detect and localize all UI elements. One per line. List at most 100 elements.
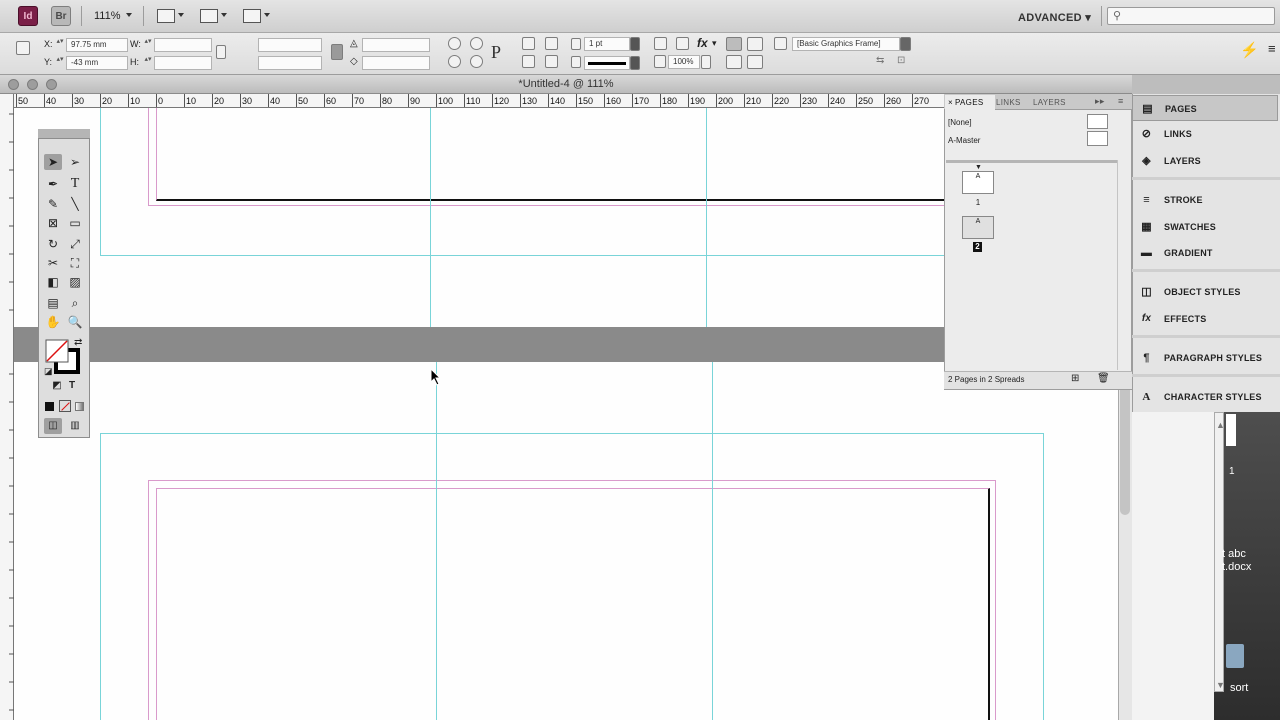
normal-view-mode-icon[interactable]: ◫ — [44, 418, 62, 434]
x-position-field[interactable]: 97.75 mm — [66, 38, 128, 52]
dock-item-object-styles[interactable]: ◫ OBJECT STYLES — [1132, 279, 1278, 305]
tab-pages[interactable]: PAGES — [955, 98, 983, 107]
line-tool-icon[interactable]: ╲ — [66, 196, 84, 212]
type-tool-icon[interactable]: T — [66, 176, 84, 192]
scissors-tool-icon[interactable]: ✂ — [44, 255, 62, 271]
rectangle-tool-icon[interactable]: ▭ — [66, 215, 84, 231]
gradient-swatch-tool-icon[interactable]: ◧ — [44, 274, 62, 290]
dock-item-gradient[interactable]: ▬ GRADIENT — [1132, 240, 1278, 266]
free-transform-tool-icon[interactable]: ⛶ — [66, 255, 84, 271]
minimize-window-button[interactable] — [27, 79, 38, 90]
vertical-ruler[interactable] — [0, 94, 14, 720]
swap-fill-stroke-icon[interactable]: ⇄ — [74, 337, 82, 348]
page-2-thumbnail[interactable]: A — [962, 216, 994, 239]
scroll-up-icon[interactable]: ▲ — [1216, 420, 1225, 430]
stroke-weight-field[interactable]: 1 pt — [584, 37, 630, 51]
rotate-tool-icon[interactable]: ↻ — [44, 236, 62, 252]
master-none-thumbnail[interactable] — [1087, 114, 1108, 129]
dock-item-stroke[interactable]: ≡ STROKE — [1132, 187, 1278, 213]
h-stepper[interactable]: ▴▾ — [144, 56, 152, 69]
note-tool-icon[interactable]: ▤ — [44, 295, 62, 311]
gradient-feather-tool-icon[interactable]: ▨ — [66, 274, 84, 290]
clear-overrides-icon[interactable]: ⇆ — [876, 55, 884, 66]
rotate-cw-icon[interactable] — [448, 37, 461, 50]
view-options-icon[interactable] — [157, 9, 175, 23]
desktop-file-label-line2[interactable]: t.docx — [1222, 561, 1251, 573]
scale-y-field[interactable] — [258, 56, 322, 70]
object-style-dropdown[interactable]: [Basic Graphics Frame] — [792, 37, 900, 51]
tab-links[interactable]: LINKS — [996, 98, 1021, 107]
scrollbar-thumb[interactable] — [1120, 385, 1130, 515]
preview-mode-icon[interactable]: ▥ — [66, 418, 84, 434]
masters-divider[interactable] — [946, 160, 1118, 163]
close-window-button[interactable] — [8, 79, 19, 90]
pencil-tool-icon[interactable]: ✎ — [44, 196, 62, 212]
panel-menu-icon[interactable]: ≡ — [1118, 96, 1124, 106]
page-1-thumbnail[interactable]: A — [962, 171, 994, 194]
select-previous-icon[interactable] — [522, 55, 535, 68]
link-icon[interactable] — [331, 44, 343, 60]
dock-item-effects[interactable]: fx EFFECTS — [1132, 306, 1278, 332]
rotation-angle-field[interactable] — [362, 38, 430, 52]
column-guide[interactable] — [430, 108, 431, 327]
w-stepper[interactable]: ▴▾ — [144, 38, 152, 51]
selection-tool-icon[interactable]: ➤ — [44, 154, 62, 170]
desktop-file-label-line1[interactable]: t abc — [1222, 548, 1246, 560]
zoom-tool-icon[interactable]: 🔍 — [66, 314, 84, 330]
fit-frame-icon[interactable] — [676, 37, 689, 50]
stroke-type-arrow[interactable] — [630, 56, 640, 70]
dock-item-character-styles[interactable]: A CHARACTER STYLES — [1132, 384, 1278, 410]
eyedropper-tool-icon[interactable]: ⌕ — [66, 295, 84, 311]
zoom-window-button[interactable] — [46, 79, 57, 90]
column-guide[interactable] — [436, 362, 437, 720]
stroke-weight-dropdown[interactable] — [630, 37, 640, 51]
distribute-icon[interactable] — [747, 55, 763, 69]
rotate-ccw-icon[interactable] — [470, 37, 483, 50]
object-style-options-icon[interactable]: ⊡ — [897, 55, 905, 66]
arrange-documents-icon[interactable] — [243, 9, 261, 23]
default-fill-stroke-icon[interactable]: ◪ — [44, 366, 53, 377]
tools-panel-header[interactable] — [38, 129, 90, 139]
pages-tab-close-icon[interactable]: × — [948, 98, 953, 107]
y-stepper[interactable]: ▴▾ — [56, 56, 64, 69]
height-field[interactable] — [154, 56, 212, 70]
zoom-level-dropdown[interactable]: 111% — [94, 10, 121, 22]
scale-tool-icon[interactable]: ⤢ — [66, 236, 84, 252]
shear-angle-field[interactable] — [362, 56, 430, 70]
scroll-down-icon[interactable]: ▼ — [1216, 680, 1225, 690]
dock-item-layers[interactable]: ◈ LAYERS — [1132, 148, 1278, 174]
stroke-type-dropdown[interactable] — [584, 56, 630, 70]
text-wrap-none-icon[interactable] — [726, 37, 742, 51]
screen-mode-icon[interactable] — [200, 9, 218, 23]
align-icon[interactable] — [726, 55, 742, 69]
object-style-arrow[interactable] — [900, 37, 911, 51]
new-page-icon[interactable]: ⊞ — [1071, 373, 1079, 384]
constrain-proportions-icon[interactable] — [216, 45, 226, 59]
tab-layers[interactable]: LAYERS — [1033, 98, 1066, 107]
hand-tool-icon[interactable]: ✋ — [44, 314, 62, 330]
formatting-text-icon[interactable]: T — [63, 378, 81, 394]
y-position-field[interactable]: -43 mm — [66, 56, 128, 70]
desktop-sort-label[interactable]: sort — [1230, 682, 1248, 694]
select-container-icon[interactable] — [522, 37, 535, 50]
master-a-label[interactable]: A-Master — [948, 136, 980, 145]
select-next-icon[interactable] — [545, 55, 558, 68]
select-content-icon[interactable] — [545, 37, 558, 50]
pen-tool-icon[interactable]: ✒ — [44, 176, 62, 192]
trash-icon[interactable]: 🗑 — [1097, 373, 1110, 384]
apply-color-icon[interactable] — [45, 402, 54, 411]
dock-item-paragraph-styles[interactable]: ¶ PARAGRAPH STYLES — [1132, 345, 1278, 371]
text-wrap-box-icon[interactable] — [747, 37, 763, 51]
panel-menu-icon[interactable]: ≡ — [1268, 41, 1276, 56]
help-search-input[interactable]: ⚲ — [1107, 7, 1275, 25]
rectangle-frame-tool-icon[interactable]: ⊠ — [44, 215, 62, 231]
bridge-button[interactable]: Br — [51, 6, 71, 26]
reference-point-icon[interactable] — [16, 41, 30, 55]
scale-x-field[interactable] — [258, 38, 322, 52]
dock-item-links[interactable]: ⊘ LINKS — [1132, 121, 1278, 147]
flip-horizontal-icon[interactable] — [448, 55, 461, 68]
workspace-switcher[interactable]: ADVANCED ▾ — [1018, 11, 1091, 24]
flip-vertical-icon[interactable] — [470, 55, 483, 68]
effects-fx-icon[interactable]: fx — [697, 36, 708, 50]
opacity-arrow[interactable] — [701, 55, 711, 69]
